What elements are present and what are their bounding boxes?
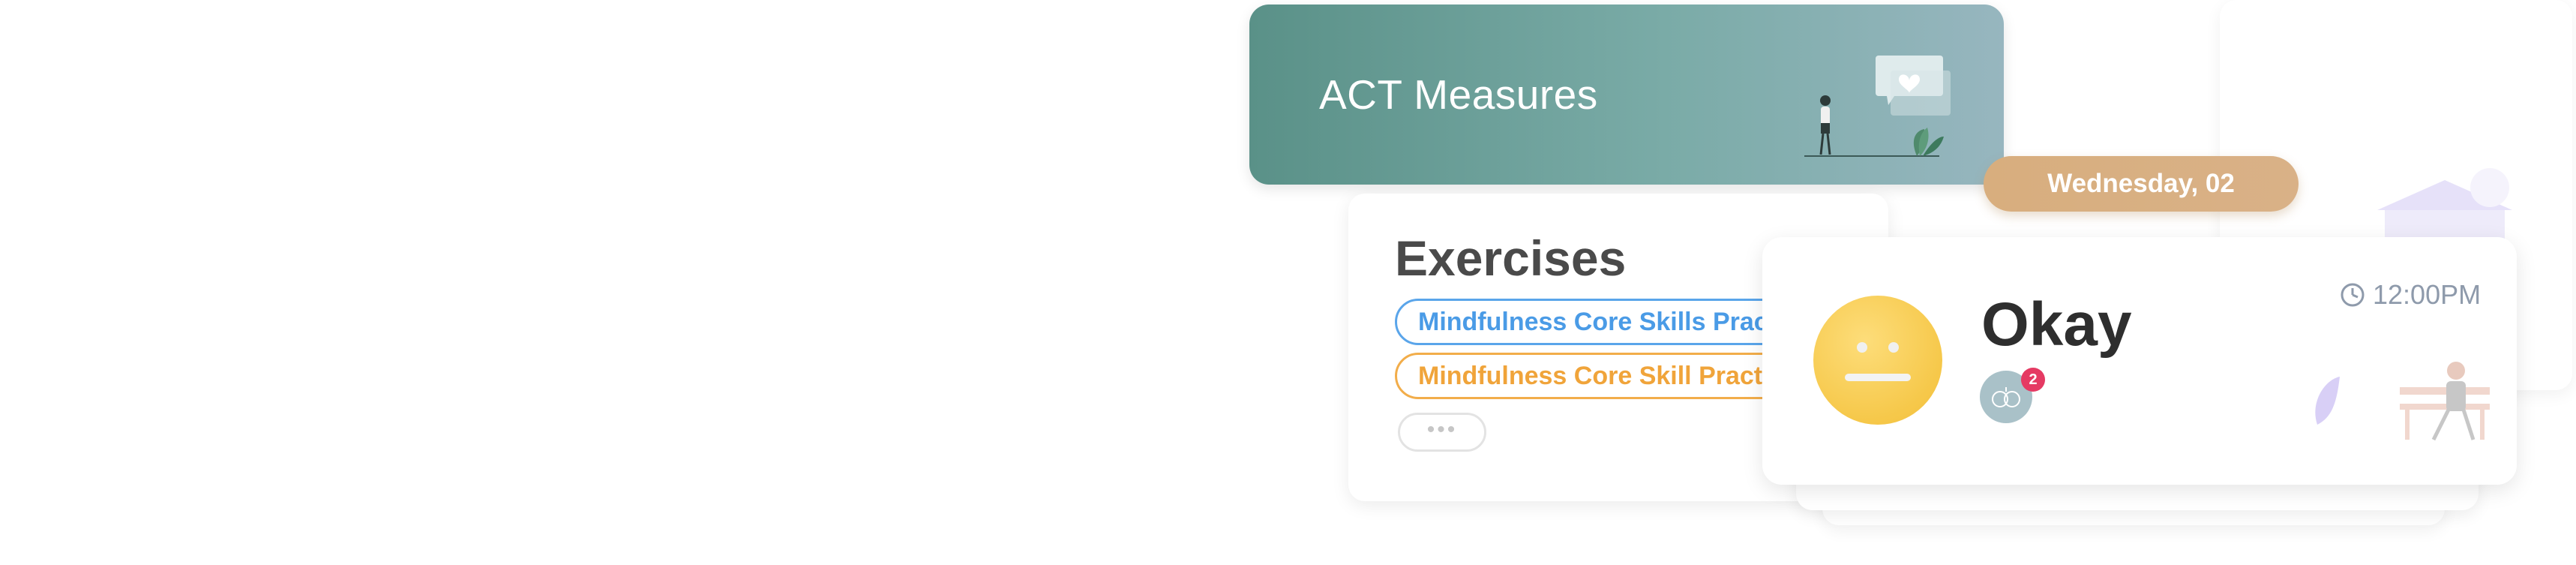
clock-icon <box>2341 283 2365 307</box>
act-title: ACT Measures <box>1319 71 1598 118</box>
mood-entry-card[interactable]: Okay 12:00PM 2 <box>1762 237 2517 485</box>
mood-time: 12:00PM <box>2373 279 2482 310</box>
mood-title: Okay <box>1981 290 2132 359</box>
park-bench-illustration <box>2315 362 2490 441</box>
act-measures-banner[interactable]: ACT Measures <box>1249 5 2004 185</box>
activity-count-badge: 2 <box>2021 368 2045 392</box>
date-pill: Wednesday, 02 <box>1984 156 2299 212</box>
exercises-title: Exercises <box>1395 230 1627 286</box>
heart-illustration <box>1804 56 1951 157</box>
more-exercises-button[interactable]: ••• <box>1398 413 1486 452</box>
neutral-face-icon <box>1813 296 1942 425</box>
